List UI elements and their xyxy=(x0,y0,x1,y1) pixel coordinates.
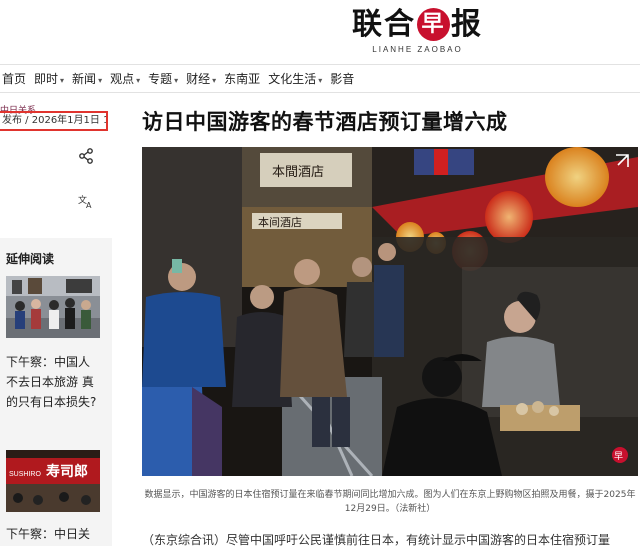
nav-label: 专题 xyxy=(148,72,173,86)
article-body: （东京综合讯）尽管中国呼吁公民谨慎前往日本，有统计显示中国游客的日本住宿预订量 xyxy=(142,533,611,547)
zaobao-watermark-icon: 早 xyxy=(612,447,628,463)
nav-item-news[interactable]: 新闻 ▾ xyxy=(68,70,110,87)
related-thumbnail[interactable]: SUSHIRO 寿司郎 xyxy=(6,450,100,512)
translate-icon[interactable]: 文 A xyxy=(78,193,94,213)
share-icon[interactable] xyxy=(78,148,94,164)
thumb-brand-text: SUSHIRO xyxy=(9,471,41,478)
chevron-down-icon: ▾ xyxy=(318,76,323,85)
nav-label: 东南亚 xyxy=(224,72,261,86)
nav-label: 财经 xyxy=(186,72,211,86)
related-headline[interactable]: 下午察：中日关 xyxy=(6,525,90,542)
publish-date: 发布 / 2026年1月1日 18:46 xyxy=(0,111,108,131)
nav-item-special[interactable]: 专题 ▾ xyxy=(144,70,186,87)
nav-item-video[interactable]: 影音 xyxy=(326,70,362,87)
chevron-down-icon: ▾ xyxy=(60,76,65,85)
logo-latin: LIANHE ZAOBAO xyxy=(372,45,463,54)
related-headline[interactable]: 下午察：中国人不去日本旅游 真的只有日本损失? xyxy=(6,352,100,412)
nav-item-sea[interactable]: 东南亚 xyxy=(220,70,268,87)
zaobao-logo[interactable]: 联 合 早 报 LIANHE ZAOBAO xyxy=(352,8,483,54)
nav-label: 观点 xyxy=(110,72,135,86)
site-header: 联 合 早 报 LIANHE ZAOBAO xyxy=(0,0,640,64)
nav-item-home[interactable]: 首页 xyxy=(0,70,34,87)
logo-char-badge: 早 xyxy=(417,8,450,41)
logo-char: 报 xyxy=(451,6,483,42)
svg-text:A: A xyxy=(86,201,92,209)
nav-item-opinion[interactable]: 观点 ▾ xyxy=(106,70,148,87)
nav-label: 首页 xyxy=(2,72,27,86)
logo-char: 合 xyxy=(384,6,416,42)
nav-label: 文化生活 xyxy=(268,72,317,86)
main-nav: 首页 即时 ▾ 新闻 ▾ 观点 ▾ 专题 ▾ 财经 ▾ 东南亚 文化生活 ▾ 影音 xyxy=(0,64,640,93)
article-photo[interactable]: 本間酒店 本间酒店 早 xyxy=(142,147,638,476)
nav-item-culture[interactable]: 文化生活 ▾ xyxy=(264,70,330,87)
nav-label: 新闻 xyxy=(72,72,97,86)
thumb-sign-text: 寿司郎 xyxy=(46,463,88,480)
photo-caption: 数据显示，中国游客的日本住宿预订量在来临春节期间同比增加六成。图为人们在东京上野… xyxy=(144,490,636,514)
chevron-down-icon: ▾ xyxy=(136,76,141,85)
nav-label: 即时 xyxy=(34,72,59,86)
chevron-down-icon: ▾ xyxy=(212,76,217,85)
logo-char: 联 xyxy=(352,6,384,42)
watermark-char: 早 xyxy=(614,451,623,462)
chevron-down-icon: ▾ xyxy=(98,76,103,85)
nav-item-finance[interactable]: 财经 ▾ xyxy=(182,70,224,87)
article-title: 访日中国游客的春节酒店预订量增六成 xyxy=(142,110,508,134)
nav-item-instant[interactable]: 即时 ▾ xyxy=(30,70,72,87)
nav-label: 影音 xyxy=(330,72,355,86)
related-title: 延伸阅读 xyxy=(6,252,55,266)
related-thumbnail[interactable] xyxy=(6,276,100,338)
chevron-down-icon: ▾ xyxy=(174,76,179,85)
